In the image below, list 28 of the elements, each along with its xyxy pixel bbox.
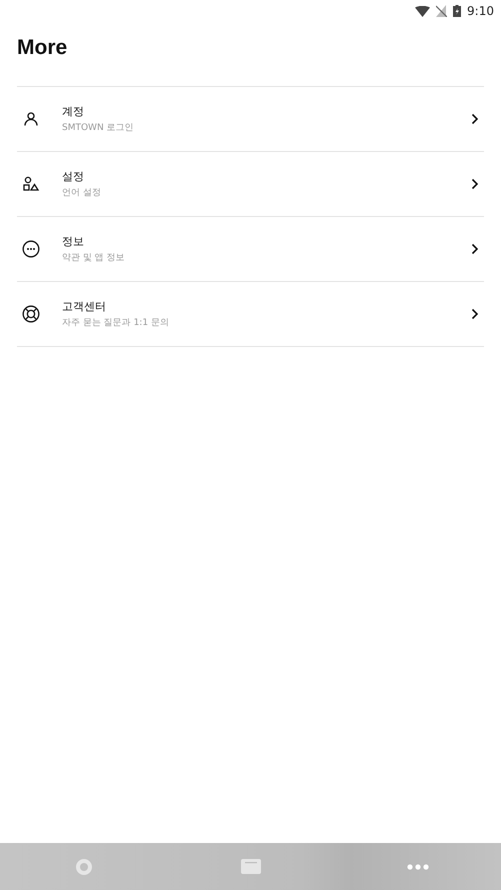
person-icon — [22, 110, 40, 128]
more-icon — [406, 864, 428, 870]
menu-sublabel: 약관 및 앱 정보 — [62, 252, 126, 264]
menu-label: 정보 — [62, 234, 85, 249]
menu-sublabel: 언어 설정 — [62, 187, 102, 199]
page-title: More — [17, 36, 68, 60]
menu-label: 설정 — [62, 169, 85, 184]
menu-sublabel: 자주 묻는 질문과 1:1 문의 — [62, 317, 170, 329]
menu-label: 계정 — [62, 104, 85, 119]
menu-label: 고객센터 — [62, 299, 107, 314]
menu-item[interactable]: 설정 언어 설정 — [17, 152, 484, 217]
menu-item[interactable]: 정보 약관 및 앱 정보 — [17, 217, 484, 282]
menu-item[interactable]: 계정 SMTOWN 로그인 — [17, 87, 484, 152]
menu-item[interactable]: 고객센터 자주 묻는 질문과 1:1 문의 — [17, 282, 484, 347]
card-icon — [240, 859, 260, 874]
chevron-right-icon — [471, 113, 479, 125]
menu-sublabel: SMTOWN 로그인 — [62, 122, 135, 134]
wifi-icon — [415, 6, 430, 16]
chevron-right-icon — [471, 308, 479, 320]
battery-icon — [453, 5, 462, 17]
circle-icon — [74, 858, 92, 876]
more-icon — [22, 240, 40, 258]
lifebuoy-icon — [22, 305, 40, 323]
no-signal-icon — [436, 5, 448, 17]
chevron-right-icon — [471, 243, 479, 255]
shapes-icon — [22, 175, 40, 193]
chevron-right-icon — [471, 178, 479, 190]
status-time: 9:10 — [467, 4, 494, 18]
